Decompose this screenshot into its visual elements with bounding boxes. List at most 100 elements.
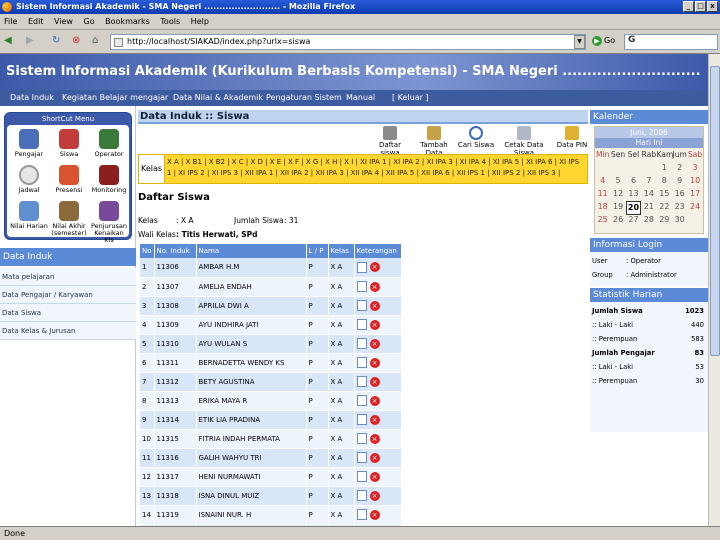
calendar-day[interactable]: 30: [672, 214, 687, 226]
menu-tools[interactable]: Tools: [156, 14, 184, 29]
calendar-day[interactable]: 12: [610, 188, 625, 200]
delete-icon[interactable]: ×: [369, 433, 380, 444]
nav-pengaturan[interactable]: Pengaturan Sistem: [266, 90, 342, 106]
delete-icon[interactable]: ×: [369, 376, 380, 387]
calendar-day[interactable]: 13: [626, 188, 641, 200]
nav-kegiatan[interactable]: Kegiatan Belajar mengajar: [62, 90, 168, 106]
calendar-day[interactable]: 25: [595, 214, 610, 226]
address-bar[interactable]: http://localhost/SIAKAD/index.php?urlx=s…: [110, 34, 586, 50]
calendar-day[interactable]: 28: [641, 214, 656, 226]
shortcut-siswa[interactable]: Siswa: [49, 129, 89, 158]
calendar-day[interactable]: 6: [626, 175, 641, 187]
calendar-day[interactable]: 7: [641, 175, 656, 187]
calendar-day[interactable]: 17: [687, 188, 702, 200]
edit-icon[interactable]: [356, 338, 367, 349]
edit-icon[interactable]: [356, 433, 367, 444]
nav-data-induk[interactable]: Data Induk: [10, 90, 54, 106]
shortcut-monitoring[interactable]: Monitoring: [89, 165, 129, 194]
delete-icon[interactable]: ×: [369, 490, 380, 501]
back-icon[interactable]: ◀: [4, 34, 12, 48]
calendar-day[interactable]: 14: [641, 188, 656, 200]
delete-icon[interactable]: ×: [369, 395, 380, 406]
edit-icon[interactable]: [356, 357, 367, 368]
menu-file[interactable]: File: [0, 14, 21, 29]
calendar-day[interactable]: 5: [610, 175, 625, 187]
forward-icon[interactable]: ▶: [26, 34, 34, 48]
calendar-day[interactable]: 4: [595, 175, 610, 187]
go-button[interactable]: ▶ Go: [592, 36, 615, 46]
toolbar-daftar-siswa[interactable]: Daftar siswa: [370, 126, 410, 157]
calendar-day[interactable]: 19: [610, 201, 625, 213]
sidebar-item-mata-pelajaran[interactable]: Mata pelajaran: [0, 268, 136, 286]
menu-help[interactable]: Help: [187, 14, 213, 29]
calendar-today-button[interactable]: Hari Ini: [595, 138, 703, 148]
calendar-day[interactable]: 26: [610, 214, 625, 226]
delete-icon[interactable]: ×: [369, 509, 380, 520]
class-tab-links[interactable]: X A | X B1 | X B2 | X C | X D | X E | X …: [167, 157, 585, 179]
edit-icon[interactable]: [356, 471, 367, 482]
calendar-day[interactable]: 15: [657, 188, 672, 200]
calendar-day[interactable]: 2: [672, 162, 687, 174]
calendar-day[interactable]: 23: [672, 201, 687, 213]
delete-icon[interactable]: ×: [369, 471, 380, 482]
shortcut-nilai-harian[interactable]: Nilai Harian: [9, 201, 49, 230]
calendar-day[interactable]: 29: [657, 214, 672, 226]
menu-bookmarks[interactable]: Bookmarks: [101, 14, 154, 29]
nav-keluar[interactable]: [ Keluar ]: [392, 90, 429, 106]
edit-icon[interactable]: [356, 261, 367, 273]
reload-icon[interactable]: ↻: [52, 34, 60, 48]
calendar-day[interactable]: 27: [626, 214, 641, 226]
address-dropdown-icon[interactable]: ▼: [574, 35, 585, 49]
maximize-icon[interactable]: □: [695, 1, 706, 12]
nav-manual[interactable]: Manual: [346, 90, 375, 106]
calendar-day[interactable]: 16: [672, 188, 687, 200]
close-icon[interactable]: x: [707, 1, 718, 12]
delete-icon[interactable]: ×: [369, 281, 380, 292]
edit-icon[interactable]: [356, 414, 367, 425]
calendar-day[interactable]: 3: [687, 162, 702, 174]
sidebar-item-kelas[interactable]: Data Kelas & Jurusan: [0, 322, 136, 340]
edit-icon[interactable]: [356, 281, 367, 292]
menu-view[interactable]: View: [50, 14, 77, 29]
calendar-day[interactable]: 22: [657, 201, 672, 213]
sidebar-item-pengajar[interactable]: Data Pengajar / Karyawan: [0, 286, 136, 304]
edit-icon[interactable]: [356, 376, 367, 387]
minimize-icon[interactable]: _: [683, 1, 694, 12]
calendar-day[interactable]: 11: [595, 188, 610, 200]
shortcut-operator[interactable]: Operator: [89, 129, 129, 158]
delete-icon[interactable]: ×: [369, 414, 380, 425]
shortcut-jadwal[interactable]: Jadwal: [9, 165, 49, 194]
toolbar-cetak[interactable]: Cetak Data Siswa: [504, 126, 544, 157]
calendar-month[interactable]: Juni, 2006: [595, 127, 703, 138]
calendar-day[interactable]: 18: [595, 201, 610, 213]
edit-icon[interactable]: [356, 319, 367, 330]
search-input[interactable]: G: [624, 34, 718, 50]
calendar-day[interactable]: 9: [672, 175, 687, 187]
edit-icon[interactable]: [356, 395, 367, 406]
delete-icon[interactable]: ×: [369, 452, 380, 463]
delete-icon[interactable]: ×: [369, 262, 380, 273]
calendar-day[interactable]: 10: [687, 175, 702, 187]
nav-data-nilai[interactable]: Data Nilai & Akademik: [173, 90, 263, 106]
shortcut-nilai-akhir[interactable]: Nilai Akhir (semester): [49, 201, 89, 237]
delete-icon[interactable]: ×: [369, 338, 380, 349]
shortcut-presensi[interactable]: Presensi: [49, 165, 89, 194]
calendar-day[interactable]: 8: [657, 175, 672, 187]
calendar-day[interactable]: 1: [657, 162, 672, 174]
home-icon[interactable]: ⌂: [92, 34, 98, 48]
shortcut-penjurusan[interactable]: Penjurusan Kenaikan Kls: [89, 201, 129, 244]
menu-go[interactable]: Go: [80, 14, 99, 29]
toolbar-data-pin[interactable]: Data PIN: [552, 126, 592, 149]
shortcut-pengajar[interactable]: Pengajar: [9, 129, 49, 158]
edit-icon[interactable]: [356, 452, 367, 463]
stop-icon[interactable]: ⊗: [72, 34, 80, 48]
calendar-day[interactable]: 20: [625, 201, 642, 215]
toolbar-tambah-data[interactable]: Tambah Data: [414, 126, 454, 157]
toolbar-cari-siswa[interactable]: Cari Siswa: [456, 126, 496, 149]
edit-icon[interactable]: [356, 490, 367, 501]
sidebar-item-siswa[interactable]: Data Siswa: [0, 304, 136, 322]
delete-icon[interactable]: ×: [369, 357, 380, 368]
calendar-day[interactable]: 21: [641, 201, 656, 213]
delete-icon[interactable]: ×: [369, 319, 380, 330]
menu-edit[interactable]: Edit: [24, 14, 48, 29]
